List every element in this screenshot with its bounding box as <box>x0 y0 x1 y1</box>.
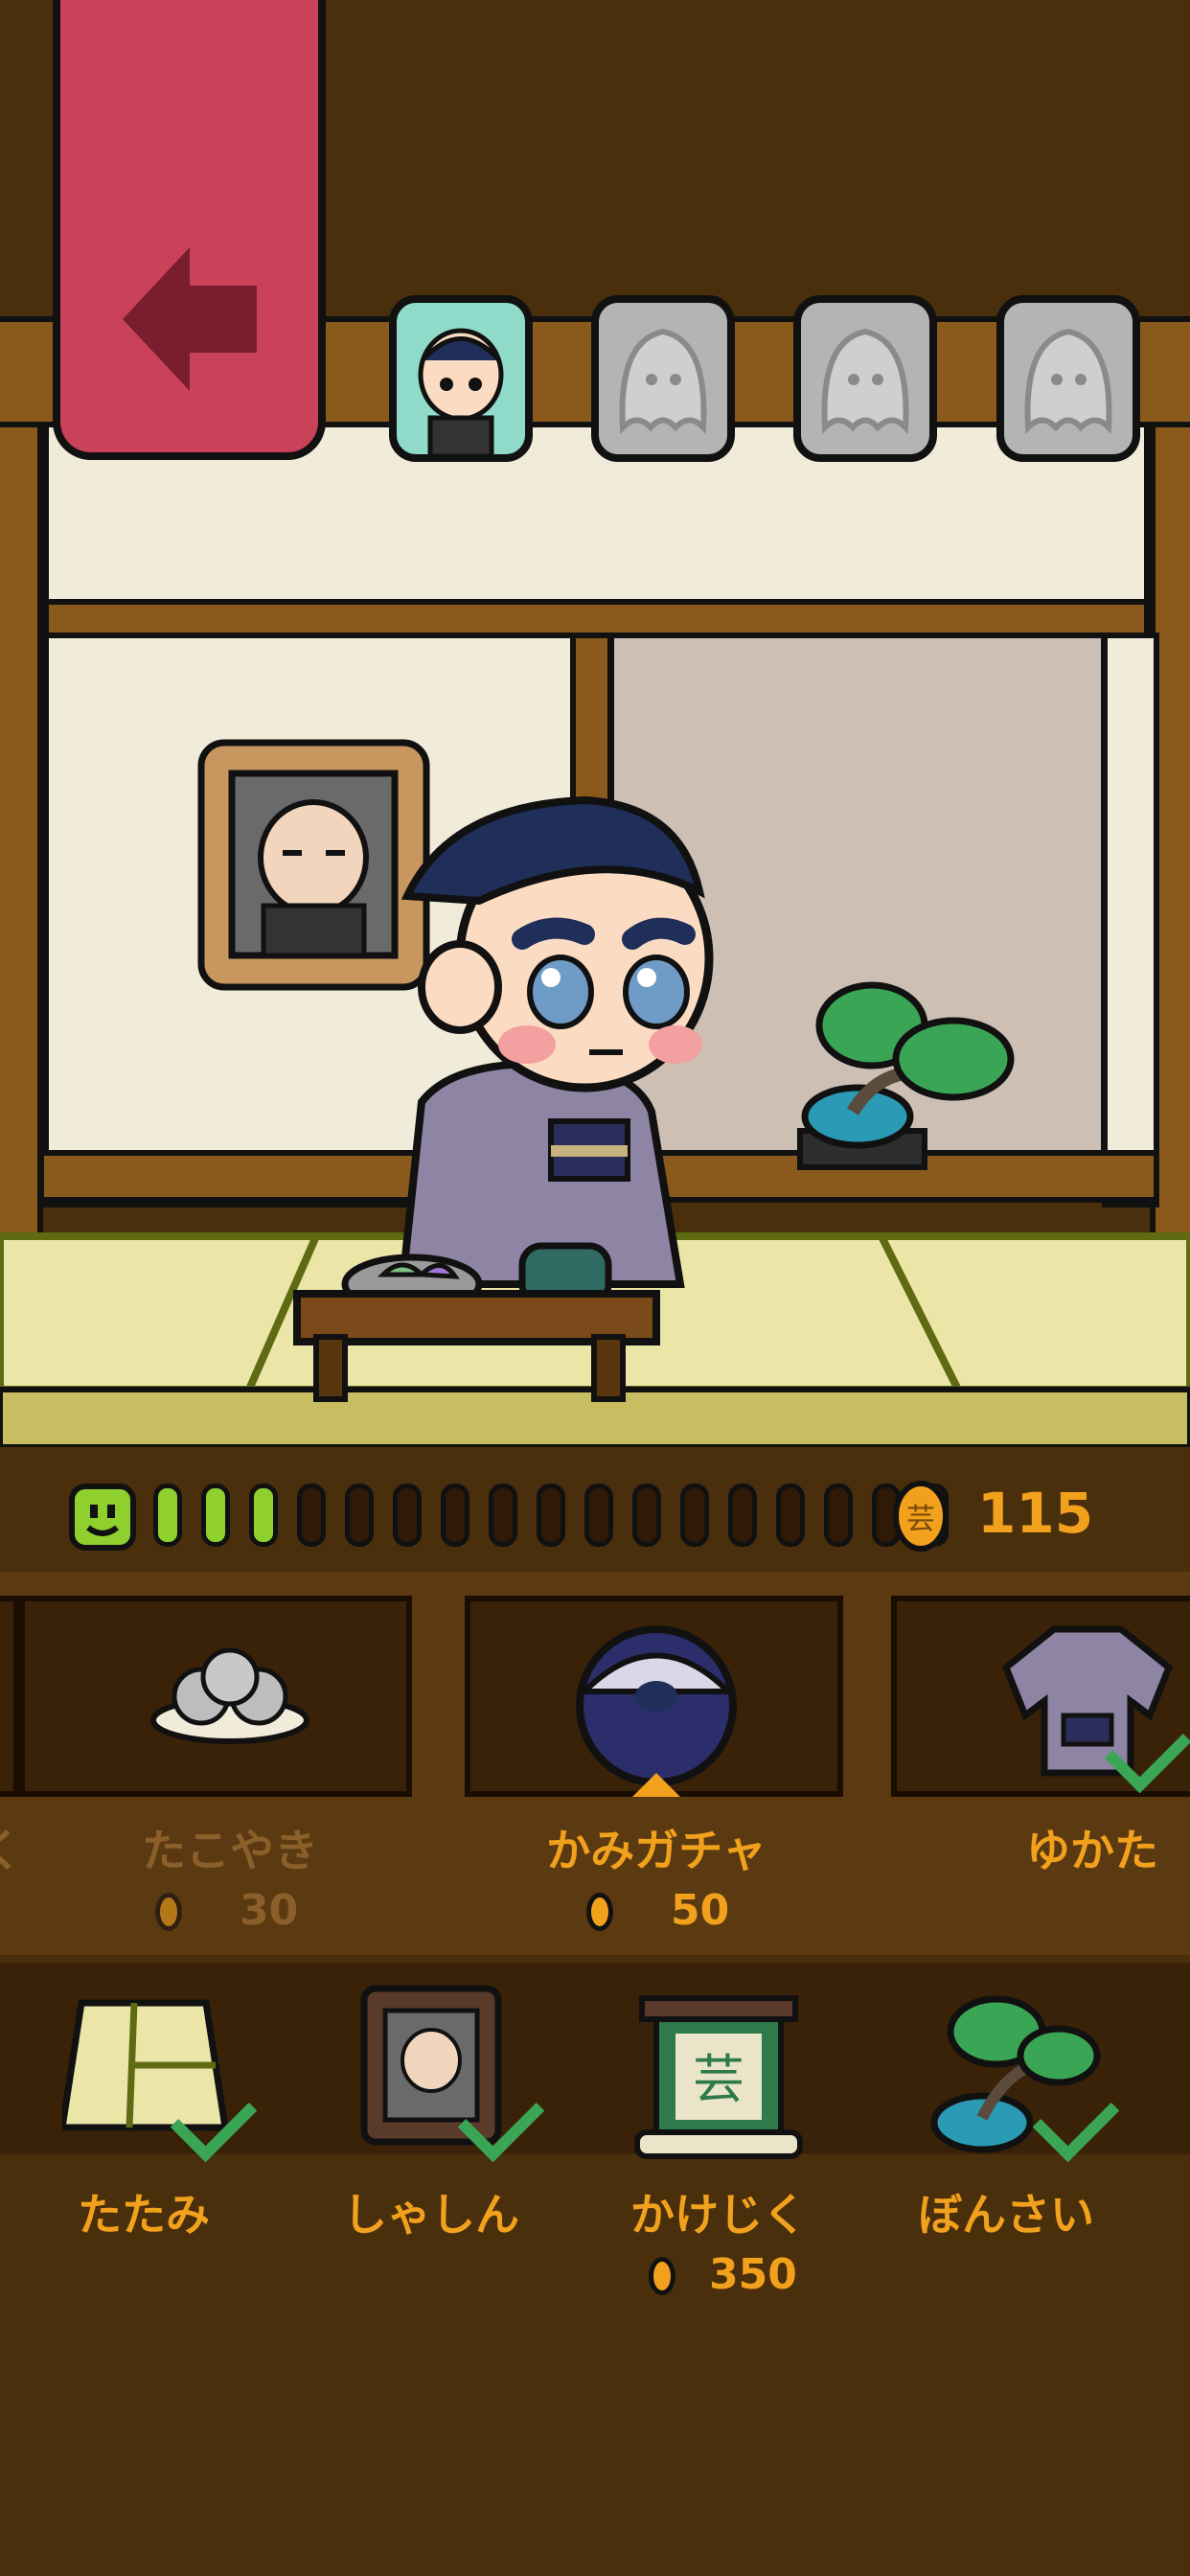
furniture-label-photo: しゃしん <box>343 2189 519 2241</box>
hanging-scroll-icon: 芸 <box>634 1995 803 2159</box>
character-tab-locked-2[interactable] <box>793 295 937 462</box>
mood-meter-segment <box>489 1484 517 1547</box>
mood-meter-segment <box>345 1484 374 1547</box>
takoyaki-plate-icon <box>150 1647 309 1744</box>
mood-meter-segment <box>632 1484 661 1547</box>
furniture-label-bonsai: ぼんさい <box>918 2189 1094 2241</box>
furniture-label-scroll: かけじく <box>630 2189 807 2241</box>
mood-meter-segment <box>249 1484 278 1547</box>
mood-meter-segment <box>728 1484 757 1547</box>
mood-meter-segment <box>441 1484 469 1547</box>
mood-meter-segment <box>776 1484 805 1547</box>
character-tab-locked-1[interactable] <box>591 295 735 462</box>
mood-meter-segment <box>393 1484 422 1547</box>
coin-icon <box>586 1893 613 1931</box>
back-button[interactable] <box>53 0 326 460</box>
ghost-icon <box>1024 328 1112 435</box>
item-label-yukata: ゆかた <box>1026 1825 1158 1876</box>
coin-icon: 芸 <box>893 1481 949 1552</box>
smiley-face-icon <box>69 1484 136 1551</box>
low-table <box>293 1242 660 1402</box>
item-price-gacha: 50 <box>671 1886 730 1935</box>
mood-meter-segment <box>584 1484 613 1547</box>
mood-meter-segment <box>297 1484 326 1547</box>
coin-total: 115 <box>977 1481 1094 1546</box>
mood-meter-segment <box>537 1484 565 1547</box>
coin-icon <box>155 1893 182 1931</box>
left-pillar <box>0 422 43 1265</box>
scroll-character: 芸 <box>693 2049 744 2109</box>
item-label-gacha: かみガチャ <box>546 1825 767 1876</box>
mood-meter-segment <box>153 1484 182 1547</box>
character-tab-samurai[interactable] <box>389 295 533 462</box>
ghost-icon <box>821 328 909 435</box>
arrow-left-icon <box>123 247 257 391</box>
mood-meter-segment <box>680 1484 709 1547</box>
furniture-scroll[interactable]: 芸 <box>632 1984 805 2166</box>
right-wall-strip <box>1102 632 1159 1208</box>
shelf-offscreen <box>0 1596 19 1797</box>
hair-gacha-capsule-icon <box>576 1625 737 1797</box>
character-tab-locked-3[interactable] <box>996 295 1140 462</box>
svg-text:芸: 芸 <box>906 1503 935 1536</box>
item-label-takoyaki: たこやき <box>142 1825 318 1876</box>
samurai-character-sprite <box>398 795 714 1288</box>
furniture-price-scroll: 350 <box>709 2250 797 2299</box>
samurai-face-icon <box>418 328 504 454</box>
mood-meter-segment <box>201 1484 230 1547</box>
room-scene <box>0 0 1190 1447</box>
mood-meter-segment <box>824 1484 853 1547</box>
ghost-icon <box>619 328 707 435</box>
item-label-offscreen: く <box>0 1825 22 1876</box>
furniture-label-tatami: たたみ <box>78 2189 210 2241</box>
bonsai-decor <box>797 981 1015 1170</box>
coin-icon <box>649 2257 675 2295</box>
item-price-takoyaki: 30 <box>240 1886 299 1935</box>
